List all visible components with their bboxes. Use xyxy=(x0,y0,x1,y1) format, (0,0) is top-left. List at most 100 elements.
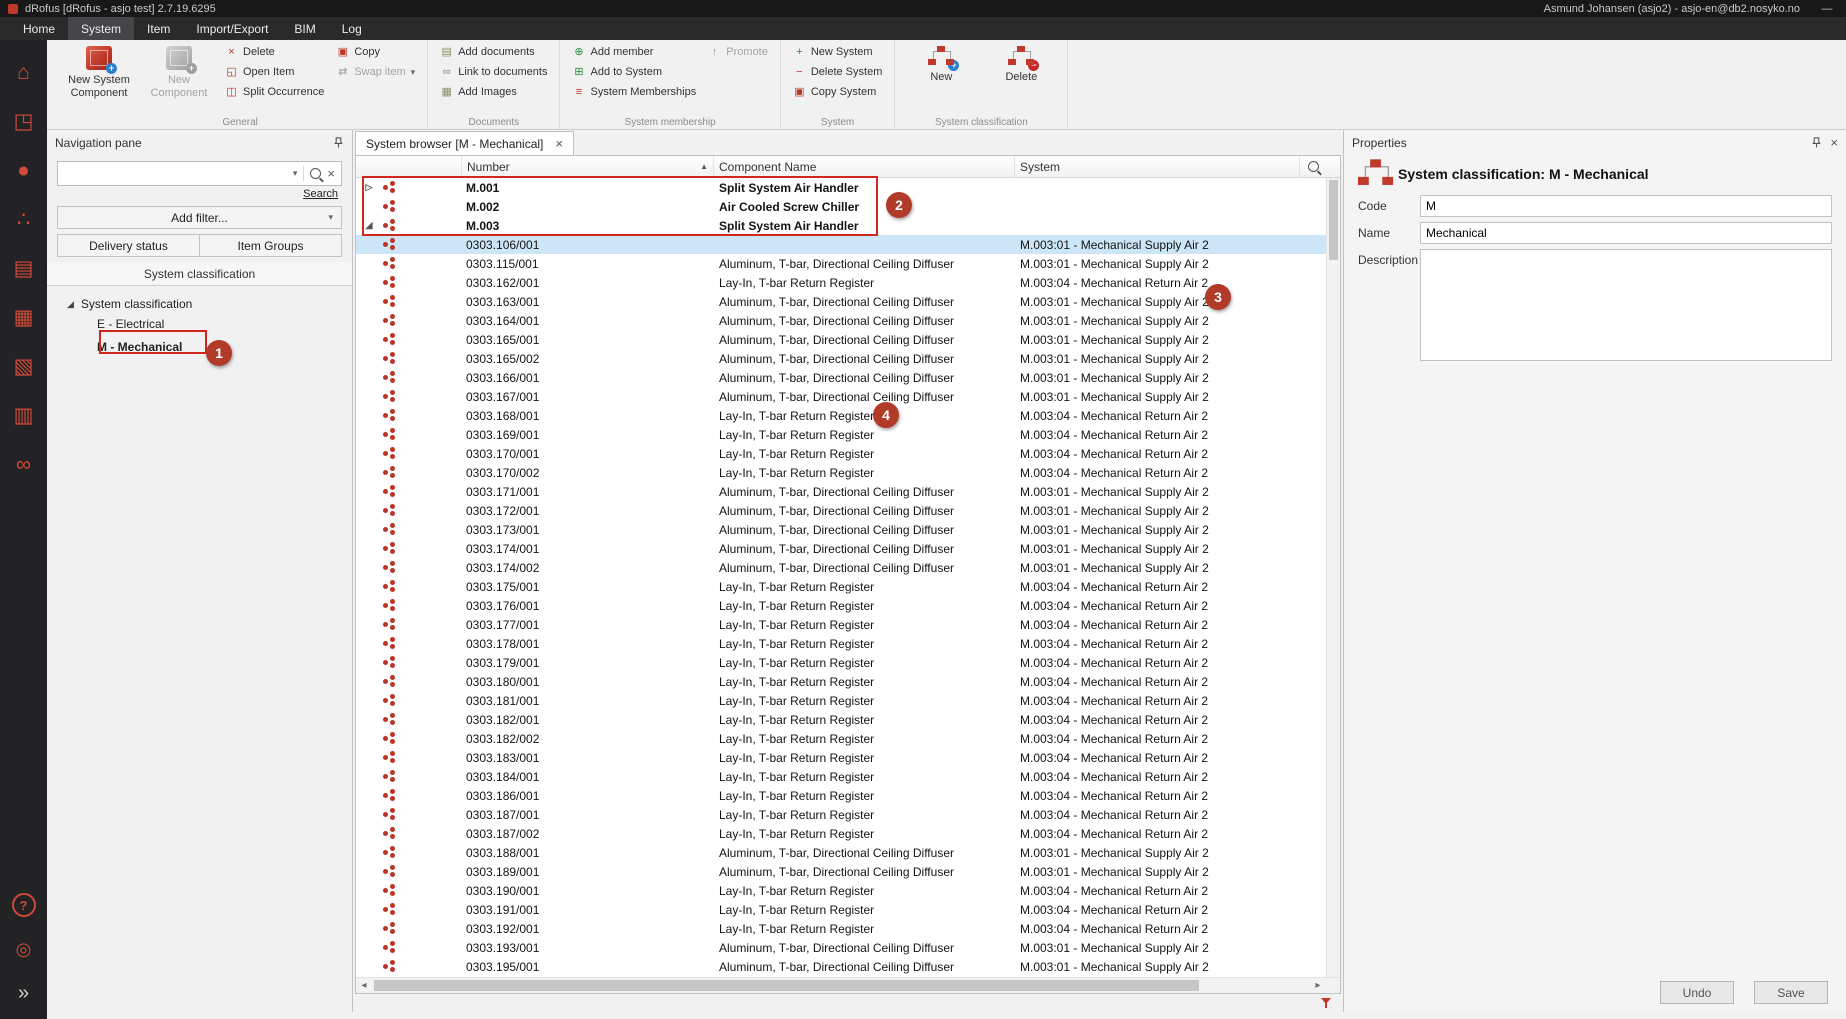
chevron-down-icon[interactable]: ▾ xyxy=(293,168,298,179)
new-system-button[interactable]: + New System xyxy=(793,44,883,60)
menu-tab-item[interactable]: Item xyxy=(134,17,183,40)
table-row[interactable]: 0303.187/002Lay-In, T-bar Return Registe… xyxy=(356,824,1326,843)
item-module-icon[interactable]: ◳ xyxy=(0,97,47,146)
pin-icon[interactable] xyxy=(333,137,344,148)
code-field[interactable] xyxy=(1420,195,1832,217)
vertical-scrollbar-thumb[interactable] xyxy=(1329,180,1338,260)
table-row[interactable]: 0303.188/001Aluminum, T-bar, Directional… xyxy=(356,843,1326,862)
table-row[interactable]: 0303.180/001Lay-In, T-bar Return Registe… xyxy=(356,672,1326,691)
delete-system-button[interactable]: − Delete System xyxy=(793,64,883,80)
about-icon[interactable]: ◎ xyxy=(0,927,47,971)
menu-tab-home[interactable]: Home xyxy=(10,17,68,40)
add-member-button[interactable]: ⊕ Add member xyxy=(572,44,696,60)
table-row[interactable]: 0303.163/001Aluminum, T-bar, Directional… xyxy=(356,292,1326,311)
add-images-button[interactable]: ▦ Add Images xyxy=(440,84,547,100)
delivery-status-button[interactable]: Delivery status xyxy=(57,234,200,257)
table-row[interactable]: 0303.174/001Aluminum, T-bar, Directional… xyxy=(356,539,1326,558)
add-filter-dropdown[interactable]: Add filter... ▾ xyxy=(57,206,342,229)
table-row[interactable]: 0303.191/001Lay-In, T-bar Return Registe… xyxy=(356,900,1326,919)
table-row[interactable]: 0303.175/001Lay-In, T-bar Return Registe… xyxy=(356,577,1326,596)
clear-search-icon[interactable]: × xyxy=(327,167,335,180)
new-component-button[interactable]: + New Component xyxy=(145,44,213,99)
close-tab-icon[interactable]: × xyxy=(555,137,563,150)
tab-system-browser[interactable]: System browser [M - Mechanical] × xyxy=(355,131,574,155)
link-to-documents-button[interactable]: ∞ Link to documents xyxy=(440,64,547,80)
table-row[interactable]: 0303.193/001Aluminum, T-bar, Directional… xyxy=(356,938,1326,957)
add-documents-button[interactable]: ▤ Add documents xyxy=(440,44,547,60)
header-number[interactable]: Number ▲ xyxy=(461,156,714,177)
menu-tab-log[interactable]: Log xyxy=(329,17,375,40)
table-row[interactable]: 0303.170/001Lay-In, T-bar Return Registe… xyxy=(356,444,1326,463)
table-row[interactable]: 0303.168/001Lay-In, T-bar Return Registe… xyxy=(356,406,1326,425)
table-row[interactable]: 0303.174/002Aluminum, T-bar, Directional… xyxy=(356,558,1326,577)
product-module-icon[interactable]: ● xyxy=(0,146,47,195)
table-row[interactable]: 0303.169/001Lay-In, T-bar Return Registe… xyxy=(356,425,1326,444)
table-row[interactable]: 0303.183/001Lay-In, T-bar Return Registe… xyxy=(356,748,1326,767)
table-row[interactable]: 0303.173/001Aluminum, T-bar, Directional… xyxy=(356,520,1326,539)
document-module-icon[interactable]: ▤ xyxy=(0,244,47,293)
system-module-icon[interactable]: ∴ xyxy=(0,195,47,244)
table-row[interactable]: 0303.178/001Lay-In, T-bar Return Registe… xyxy=(356,634,1326,653)
table-row[interactable]: 0303.171/001Aluminum, T-bar, Directional… xyxy=(356,482,1326,501)
item-groups-button[interactable]: Item Groups xyxy=(200,234,342,257)
add-to-system-button[interactable]: ⊞ Add to System xyxy=(572,64,696,80)
row-expander-icon[interactable]: ◢ xyxy=(364,220,374,231)
table-row[interactable]: 0303.192/001Lay-In, T-bar Return Registe… xyxy=(356,919,1326,938)
expand-sidebar-icon[interactable]: » xyxy=(0,971,47,1015)
table-row[interactable]: 0303.190/001Lay-In, T-bar Return Registe… xyxy=(356,881,1326,900)
search-icon[interactable] xyxy=(310,168,321,179)
table-row[interactable]: 0303.186/001Lay-In, T-bar Return Registe… xyxy=(356,786,1326,805)
header-component-name[interactable]: Component Name xyxy=(714,156,1015,177)
tree-node-mechanical[interactable]: M - Mechanical xyxy=(53,337,346,360)
table-row[interactable]: 0303.182/002Lay-In, T-bar Return Registe… xyxy=(356,729,1326,748)
vertical-scrollbar[interactable] xyxy=(1326,178,1340,977)
table-row[interactable]: 0303.195/001Aluminum, T-bar, Directional… xyxy=(356,957,1326,976)
new-system-component-button[interactable]: + New System Component xyxy=(65,44,133,99)
menu-tab-import-export[interactable]: Import/Export xyxy=(183,17,281,40)
table-row[interactable]: 0303.170/002Lay-In, T-bar Return Registe… xyxy=(356,463,1326,482)
close-pane-icon[interactable]: × xyxy=(1830,136,1838,149)
scroll-right-icon[interactable]: ▸ xyxy=(1310,980,1326,991)
swap-item-button[interactable]: ⇄ Swap item ▾ xyxy=(336,64,415,80)
help-icon[interactable]: ? xyxy=(0,883,47,927)
promote-button[interactable]: ↑ Promote xyxy=(708,44,768,60)
table-row[interactable]: ◢M.003Split System Air Handler xyxy=(356,216,1326,235)
split-occurrence-button[interactable]: ◫ Split Occurrence xyxy=(225,84,324,100)
save-button[interactable]: Save xyxy=(1754,981,1828,1004)
delete-button[interactable]: × Delete xyxy=(225,44,324,60)
table-row[interactable]: 0303.189/001Aluminum, T-bar, Directional… xyxy=(356,862,1326,881)
system-memberships-button[interactable]: ≡ System Memberships xyxy=(572,84,696,100)
pin-icon[interactable] xyxy=(1811,137,1822,148)
column-search-icon[interactable] xyxy=(1308,161,1319,172)
report-module-icon[interactable]: ▥ xyxy=(0,391,47,440)
table-row[interactable]: 0303.115/001Aluminum, T-bar, Directional… xyxy=(356,254,1326,273)
table-row[interactable]: 0303.106/001M.003:01 - Mechanical Supply… xyxy=(356,235,1326,254)
menu-tab-bim[interactable]: BIM xyxy=(281,17,328,40)
table-row[interactable]: 0303.166/001Aluminum, T-bar, Directional… xyxy=(356,368,1326,387)
row-expander-icon[interactable]: ▷ xyxy=(364,182,374,193)
tree-node-system-classification[interactable]: ◢ System classification xyxy=(53,294,346,314)
table-row[interactable]: 0303.167/001Aluminum, T-bar, Directional… xyxy=(356,387,1326,406)
minimize-button[interactable]: — xyxy=(1816,3,1838,15)
table-row[interactable]: 0303.165/001Aluminum, T-bar, Directional… xyxy=(356,330,1326,349)
table-row[interactable]: 0303.165/002Aluminum, T-bar, Directional… xyxy=(356,349,1326,368)
table-row[interactable]: 0303.162/001Lay-In, T-bar Return Registe… xyxy=(356,273,1326,292)
catalog-module-icon[interactable]: ▧ xyxy=(0,342,47,391)
table-row[interactable]: 0303.176/001Lay-In, T-bar Return Registe… xyxy=(356,596,1326,615)
building-module-icon[interactable]: ▦ xyxy=(0,293,47,342)
search-link[interactable]: Search xyxy=(303,188,338,200)
table-row[interactable]: M.002Air Cooled Screw Chiller xyxy=(356,197,1326,216)
copy-system-button[interactable]: ▣ Copy System xyxy=(793,84,883,100)
filter-icon[interactable] xyxy=(1321,997,1333,1009)
new-classification-button[interactable]: + New xyxy=(907,44,975,84)
search-input[interactable] xyxy=(64,166,287,182)
table-row[interactable]: 0303.177/001Lay-In, T-bar Return Registe… xyxy=(356,615,1326,634)
horizontal-scrollbar-thumb[interactable] xyxy=(374,980,1199,991)
name-field[interactable] xyxy=(1420,222,1832,244)
table-row[interactable]: ▷M.001Split System Air Handler xyxy=(356,178,1326,197)
table-row[interactable]: 0303.184/001Lay-In, T-bar Return Registe… xyxy=(356,767,1326,786)
table-row[interactable]: 0303.164/001Aluminum, T-bar, Directional… xyxy=(356,311,1326,330)
header-system[interactable]: System xyxy=(1015,156,1300,177)
scroll-left-icon[interactable]: ◂ xyxy=(356,980,372,991)
table-row[interactable]: 0303.181/001Lay-In, T-bar Return Registe… xyxy=(356,691,1326,710)
